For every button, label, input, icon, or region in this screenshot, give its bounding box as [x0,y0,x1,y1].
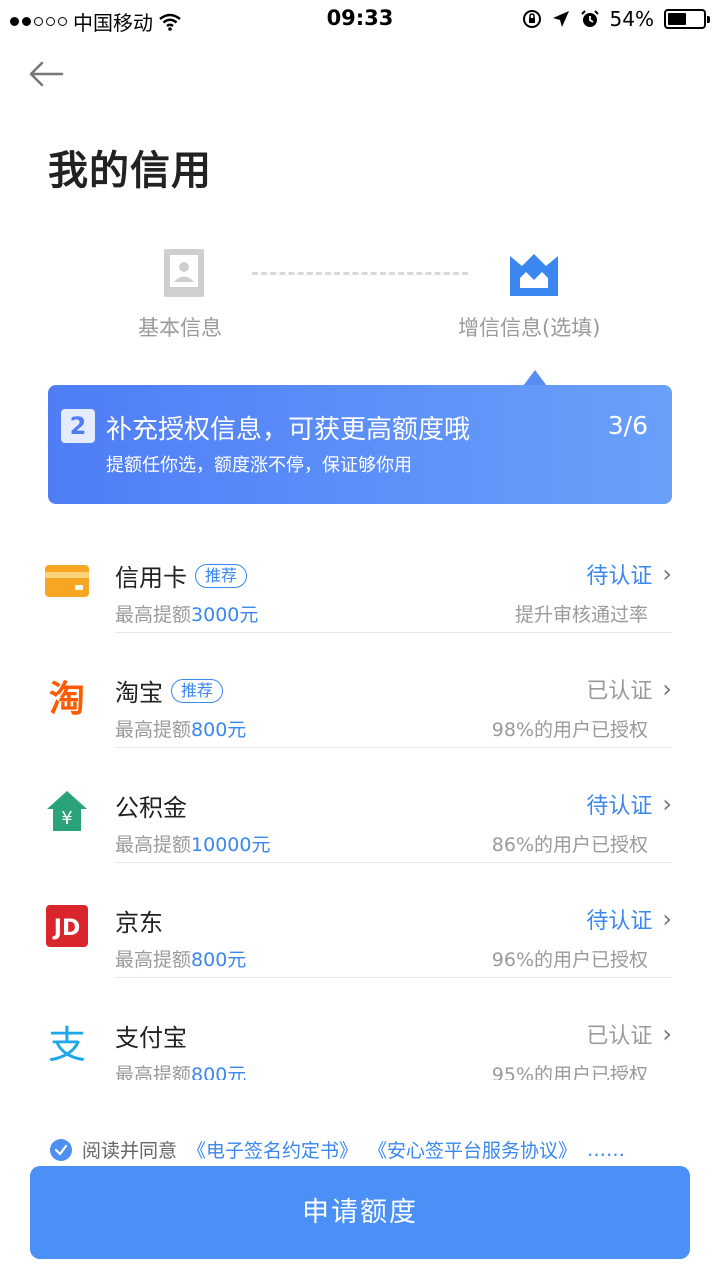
item-status[interactable]: 待认证 › [586,558,672,590]
info-banner: 2 补充授权信息，可获更高额度哦 提额任你选，额度涨不停，保证够你用 3/6 [48,385,672,504]
item-hint: 86%的用户已授权 [491,834,648,856]
step-label-credit: 增信信息(选填) [458,316,601,340]
item-name: 支付宝 [115,1018,187,1053]
limit-prefix: 最高提额 [115,604,192,626]
item-status[interactable]: 已认证 › [586,1018,672,1050]
item-limit: 最高提额800元 [115,715,246,742]
svg-text:¥: ¥ [61,808,72,829]
item-name: 淘宝 推荐 [115,673,224,708]
jd-icon: JD [44,903,90,949]
item-hint: 95%的用户已授权 [491,1064,648,1080]
limit-prefix: 最高提额 [115,949,192,971]
alipay-logo: 支 [47,1022,86,1067]
battery-fill [668,13,687,25]
list-item-taobao[interactable]: 淘 淘宝 推荐 最高提额800元 已认证 › 98%的用户已授权 [0,633,720,748]
item-name-text: 支付宝 [115,1024,187,1052]
status-text: 已认证 [586,1024,653,1049]
taobao-icon: 淘 [44,673,90,720]
limit-prefix: 最高提额 [115,719,192,741]
alipay-icon: 支 [44,1018,90,1067]
item-name-text: 淘宝 [115,679,163,707]
list-item-housing-fund[interactable]: ¥ 公积金 最高提额10000元 待认证 › 86%的用户已授权 [0,748,720,863]
recommend-badge: 推荐 [171,678,224,703]
page-title: 我的信用 [48,148,212,194]
item-limit: 最高提额800元 [115,1060,246,1080]
chevron-right-icon: › [662,1020,672,1048]
limit-prefix: 最高提额 [115,1064,192,1080]
limit-amount: 800元 [191,1064,247,1080]
taobao-logo: 淘 [48,679,85,720]
status-bar: 中国移动 09:33 54% [0,0,720,38]
status-text: 待认证 [586,794,653,819]
limit-amount: 3000元 [191,604,259,626]
location-icon [552,11,569,27]
limit-amount: 10000元 [191,834,271,856]
step-connector [252,272,468,275]
banner-progress: 3/6 [607,411,648,440]
banner-pointer [523,370,547,386]
limit-amount: 800元 [191,719,247,741]
agreement-more[interactable]: …… [587,1139,625,1161]
back-arrow-icon[interactable] [26,56,66,92]
rotation-lock-icon [522,10,541,28]
item-limit: 最高提额800元 [115,945,246,972]
apply-credit-button[interactable]: 申请额度 [30,1166,690,1259]
housing-fund-icon: ¥ [44,788,90,834]
agreement-link-platform[interactable]: 《安心签平台服务协议》 [368,1136,577,1163]
agreement-prefix: 阅读并同意 [82,1140,178,1162]
item-name: 京东 [115,903,163,938]
credit-card-icon [44,558,90,604]
banner-step-number: 2 [61,409,95,443]
recommend-badge: 推荐 [195,563,248,588]
item-name: 信用卡 推荐 [115,558,248,593]
profile-card-icon [164,249,204,297]
status-right: 54% [522,7,710,31]
item-hint: 98%的用户已授权 [491,719,648,741]
list-item-credit-card[interactable]: 信用卡 推荐 最高提额3000元 待认证 › 提升审核通过率 [0,518,720,633]
crown-icon [510,254,558,296]
status-text: 待认证 [586,564,653,589]
item-status[interactable]: 待认证 › [586,788,672,820]
item-name: 公积金 [115,788,187,823]
list-item-jd[interactable]: JD 京东 最高提额800元 待认证 › 96%的用户已授权 [0,863,720,978]
svg-text:JD: JD [52,916,80,941]
chevron-right-icon: › [662,790,672,818]
item-status[interactable]: 待认证 › [586,903,672,935]
status-text: 待认证 [586,909,653,934]
item-hint: 提升审核通过率 [514,604,648,626]
item-name-text: 京东 [115,909,163,937]
item-name-text: 信用卡 [115,564,187,592]
item-name-text: 公积金 [115,794,187,822]
item-hint: 96%的用户已授权 [491,949,648,971]
agreement-link-esign[interactable]: 《电子签名约定书》 [187,1136,358,1163]
battery-icon [664,9,710,29]
battery-percent: 54% [609,7,654,31]
banner-subtitle: 提额任你选，额度涨不停，保证够你用 [106,455,412,476]
status-text: 已认证 [586,679,653,704]
checkbox-checked-icon[interactable] [50,1138,72,1161]
banner-title: 补充授权信息，可获更高额度哦 [106,415,471,445]
chevron-right-icon: › [662,560,672,588]
item-limit: 最高提额10000元 [115,830,270,857]
authorization-list: 信用卡 推荐 最高提额3000元 待认证 › 提升审核通过率 淘 淘宝 推荐 最高… [0,518,720,1080]
item-limit: 最高提额3000元 [115,600,258,627]
limit-prefix: 最高提额 [115,834,192,856]
step-label-basic: 基本信息 [138,316,222,340]
list-item-alipay[interactable]: 支 支付宝 最高提额800元 已认证 › 95%的用户已授权 [0,978,720,1080]
chevron-right-icon: › [662,905,672,933]
alarm-icon [580,10,599,27]
limit-amount: 800元 [191,949,247,971]
item-status[interactable]: 已认证 › [586,673,672,705]
chevron-right-icon: › [662,675,672,703]
agreement-row: 阅读并同意 《电子签名约定书》 《安心签平台服务协议》 …… [50,1136,625,1163]
